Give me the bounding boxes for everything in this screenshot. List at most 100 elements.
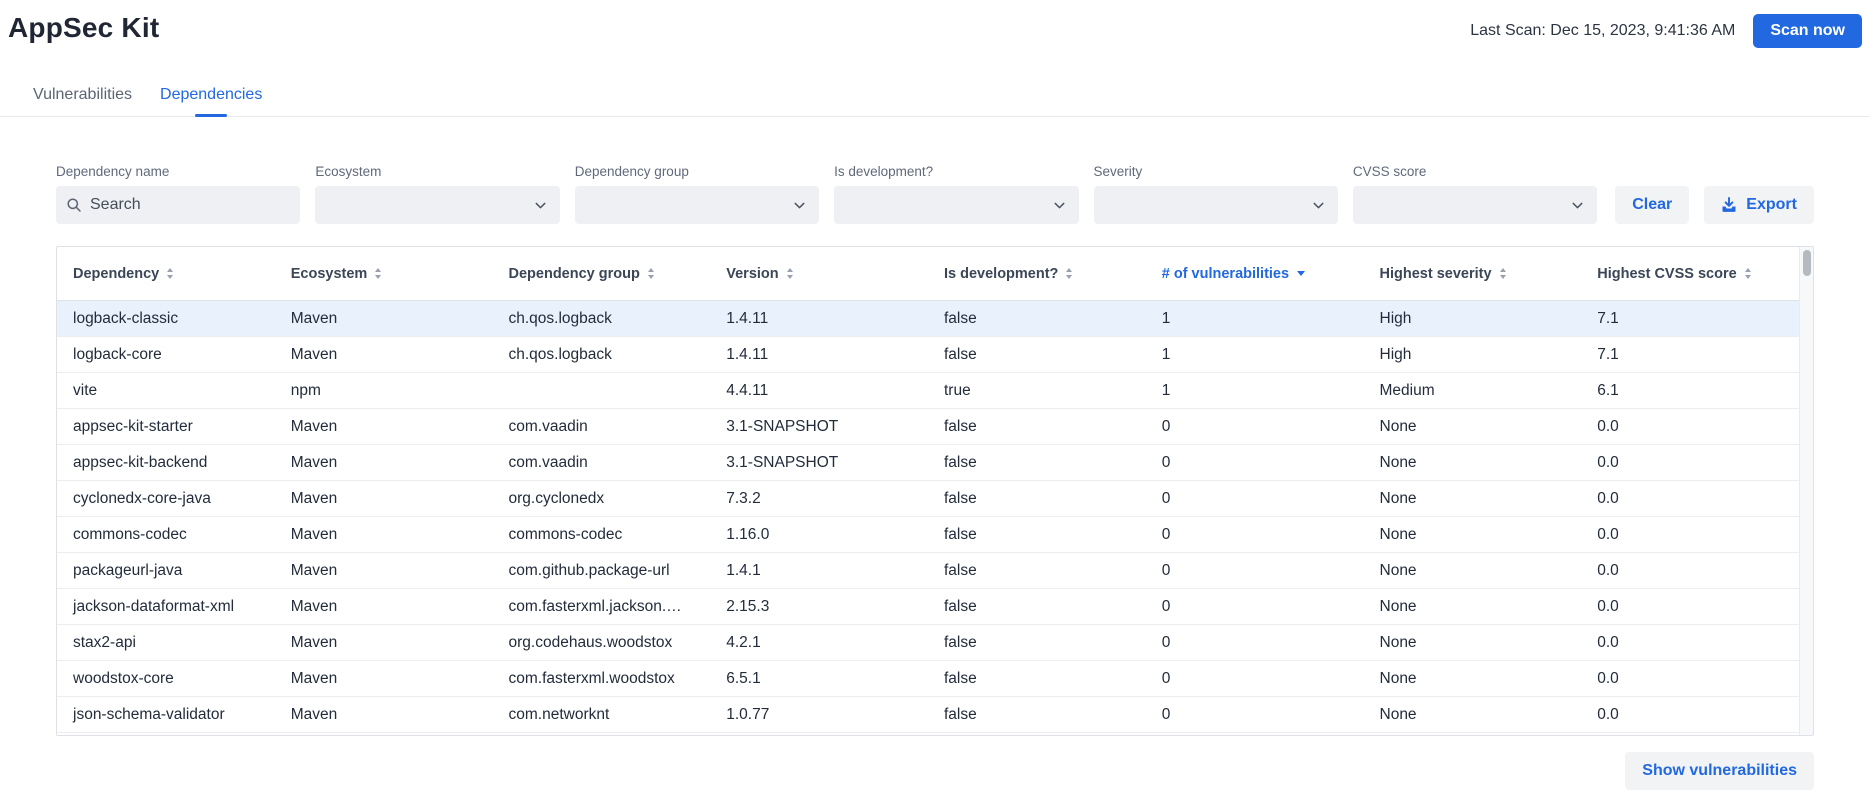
column-header-highest-severity[interactable]: Highest severity [1364,247,1582,300]
clear-button[interactable]: Clear [1615,186,1689,224]
table-cell: Maven [275,553,493,588]
sort-icon [375,268,381,279]
table-cell: None [1364,409,1582,444]
filter-is-development: Is development? [834,164,1078,224]
table-cell: 3.1-SNAPSHOT [710,445,928,480]
table-cell: true [928,373,1146,408]
column-header-is-development[interactable]: Is development? [928,247,1146,300]
table-cell: 6.1 [1581,373,1799,408]
table-cell: 0 [1146,409,1364,444]
table-cell: logback-classic [57,301,275,336]
table-cell: org.cyclonedx [493,481,711,516]
filter-label: Is development? [834,164,1078,179]
column-header-label: Is development? [944,266,1058,282]
export-button[interactable]: Export [1704,186,1814,224]
table-scrollbar[interactable] [1799,247,1813,735]
table-cell: Medium [1364,373,1582,408]
scrollbar-thumb[interactable] [1803,250,1811,276]
chevron-down-icon [1311,198,1326,213]
table-row[interactable]: commons-codecMavencommons-codec1.16.0fal… [57,517,1799,553]
sort-icon [167,268,173,279]
table-cell: npm [275,373,493,408]
table-row[interactable]: logback-classicMavench.qos.logback1.4.11… [57,301,1799,337]
table-cell: false [928,625,1146,660]
last-scan-text: Last Scan: Dec 15, 2023, 9:41:36 AM [1470,22,1735,40]
column-header-dependency[interactable]: Dependency [57,247,275,300]
table-cell: false [928,661,1146,696]
table-row[interactable]: packageurl-javaMavencom.github.package-u… [57,553,1799,589]
table-cell: ch.qos.logback [493,301,711,336]
sort-icon [648,268,654,279]
table-cell: 7.1 [1581,337,1799,372]
column-header-num-vulnerabilities[interactable]: # of vulnerabilities [1146,247,1364,300]
is-development-select[interactable] [834,186,1078,224]
column-header-dependency-group[interactable]: Dependency group [493,247,711,300]
dependencies-table: Dependency Ecosystem Dependency group Ve… [56,246,1814,736]
table-row[interactable]: woodstox-coreMavencom.fasterxml.woodstox… [57,661,1799,697]
table-cell: 1.4.11 [710,337,928,372]
cvss-score-select[interactable] [1353,186,1597,224]
chevron-down-icon [1570,198,1585,213]
table-cell: None [1364,697,1582,732]
table-cell: 0 [1146,517,1364,552]
table-cell: 0.0 [1581,697,1799,732]
table-cell: 0.0 [1581,517,1799,552]
clear-button-label: Clear [1632,196,1672,214]
severity-select[interactable] [1094,186,1338,224]
table-row[interactable]: json-schema-validatorMavencom.networknt1… [57,697,1799,733]
table-cell: false [928,517,1146,552]
table-cell: packageurl-java [57,553,275,588]
sort-icon [1066,268,1072,279]
top-bar: AppSec Kit Last Scan: Dec 15, 2023, 9:41… [0,0,1870,48]
ecosystem-select[interactable] [315,186,559,224]
table-cell: Maven [275,481,493,516]
table-cell: None [1364,445,1582,480]
tab-vulnerabilities[interactable]: Vulnerabilities [19,78,146,116]
table-cell: Maven [275,661,493,696]
table-cell: ch.qos.logback [493,337,711,372]
table-cell: 0 [1146,589,1364,624]
table-cell: com.vaadin [493,445,711,480]
filter-severity: Severity [1094,164,1338,224]
table-cell: 1 [1146,301,1364,336]
column-header-version[interactable]: Version [710,247,928,300]
column-header-ecosystem[interactable]: Ecosystem [275,247,493,300]
chevron-down-icon [792,198,807,213]
table-row[interactable]: appsec-kit-backendMavencom.vaadin3.1-SNA… [57,445,1799,481]
table-row[interactable]: logback-coreMavench.qos.logback1.4.11fal… [57,337,1799,373]
show-vulnerabilities-button[interactable]: Show vulnerabilities [1625,752,1814,790]
dependency-group-select[interactable] [575,186,819,224]
chevron-down-icon [533,198,548,213]
table-row[interactable]: vitenpm4.4.11true1Medium6.1 [57,373,1799,409]
filter-ecosystem: Ecosystem [315,164,559,224]
table-cell: Maven [275,337,493,372]
filter-label: CVSS score [1353,164,1597,179]
dependency-search-field[interactable] [56,186,300,224]
table-cell: 0.0 [1581,445,1799,480]
table-row[interactable]: stax2-apiMavenorg.codehaus.woodstox4.2.1… [57,625,1799,661]
filter-cvss-score: CVSS score [1353,164,1597,224]
table-cell: 6.5.1 [710,661,928,696]
table-row[interactable]: cyclonedx-core-javaMavenorg.cyclonedx7.3… [57,481,1799,517]
table-cell: None [1364,589,1582,624]
search-input[interactable] [90,196,290,214]
table-cell: false [928,553,1146,588]
table-cell: 1 [1146,337,1364,372]
active-tab-indicator [195,114,227,117]
table-row[interactable]: appsec-kit-starterMavencom.vaadin3.1-SNA… [57,409,1799,445]
tab-dependencies[interactable]: Dependencies [146,78,276,116]
table-cell: 0.0 [1581,553,1799,588]
column-header-label: Highest CVSS score [1597,266,1736,282]
scan-now-button[interactable]: Scan now [1753,14,1862,48]
column-header-label: Dependency [73,266,159,282]
table-cell: 0.0 [1581,625,1799,660]
table-row[interactable]: jackson-dataformat-xmlMavencom.fasterxml… [57,589,1799,625]
table-cell: High [1364,337,1582,372]
table-cell: 1.4.11 [710,301,928,336]
column-header-highest-cvss-score[interactable]: Highest CVSS score [1581,247,1799,300]
column-header-label: Ecosystem [291,266,368,282]
table-cell: 0 [1146,481,1364,516]
filter-dependency-group: Dependency group [575,164,819,224]
table-cell: Maven [275,589,493,624]
table-cell [493,373,711,408]
